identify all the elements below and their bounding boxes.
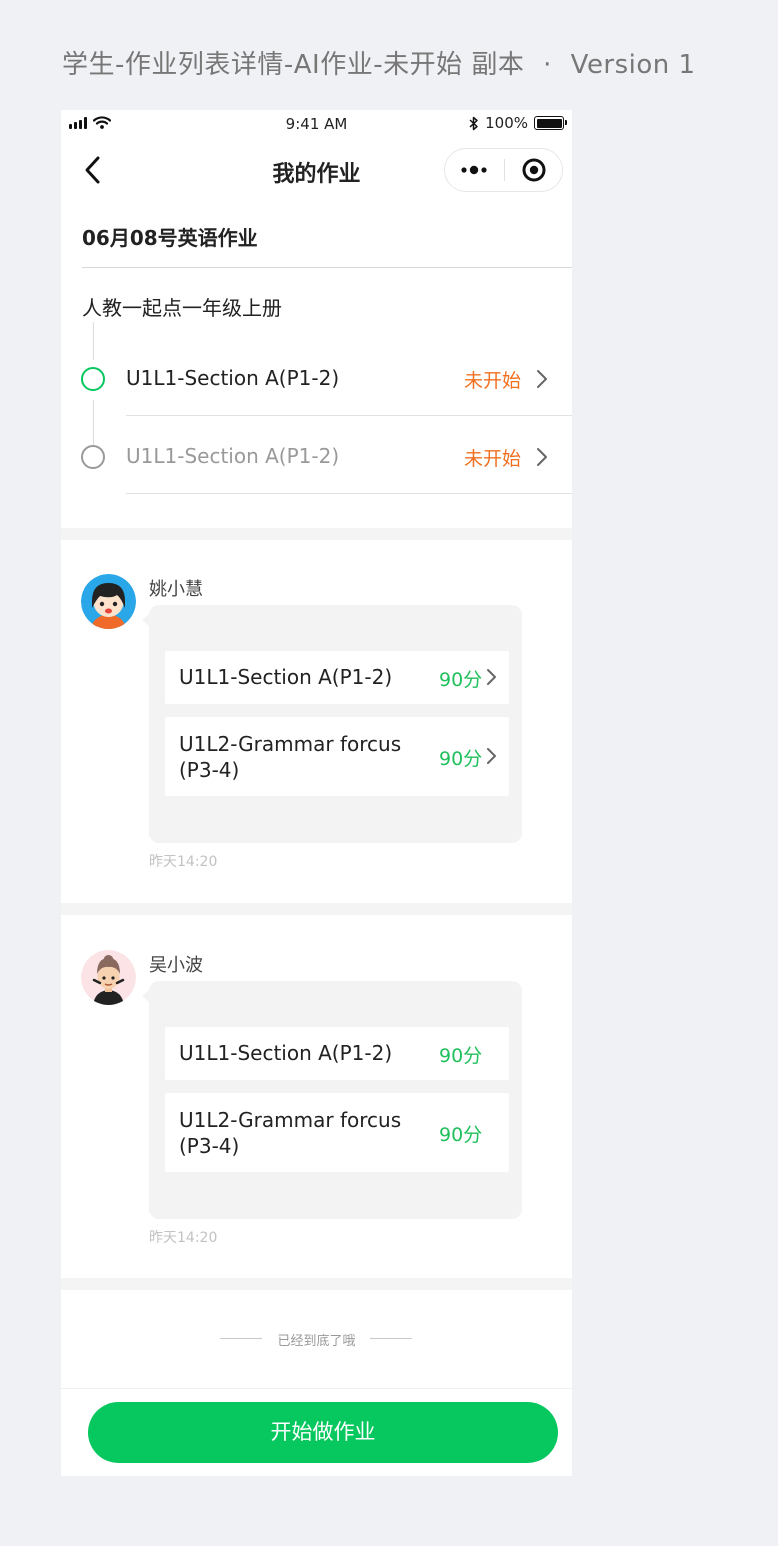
result-lesson-name: U1L1-Section A(P1-2) (179, 1041, 393, 1065)
chevron-right-icon (487, 748, 496, 764)
lesson-row[interactable]: U1L1-Section A(P1-2) 未开始 (61, 339, 572, 417)
lesson-row[interactable]: U1L1-Section A(P1-2) 未开始 (61, 417, 572, 495)
lesson-status-circle-icon (81, 445, 105, 469)
homework-result-card[interactable]: U1L1-Section A(P1-2) 90分 (165, 651, 509, 704)
more-button[interactable] (445, 149, 504, 191)
divider (82, 267, 572, 268)
end-of-list-text: 已经到底了哦 (277, 1334, 356, 1349)
lesson-status: 未开始 (464, 448, 522, 470)
message-time: 昨天14:20 (149, 854, 218, 870)
lesson-name: U1L1-Section A(P1-2) (126, 366, 340, 390)
chevron-right-icon (487, 669, 496, 685)
nav-bar: 我的作业 (61, 140, 572, 200)
close-miniprogram-button[interactable] (505, 149, 563, 191)
result-lesson-name: U1L2-Grammar forcus (P3-4) (179, 732, 402, 782)
chevron-right-icon (537, 370, 547, 388)
start-homework-button[interactable]: 开始做作业 (88, 1402, 558, 1463)
boy-avatar (81, 950, 136, 1005)
bluetooth-icon (469, 116, 478, 130)
status-bar: 9:41 AM 100% (61, 110, 572, 138)
artboard-separator: · (543, 50, 552, 80)
end-divider-right (370, 1338, 412, 1339)
battery-icon (534, 116, 567, 130)
lesson-divider (126, 493, 572, 494)
more-dots-icon (461, 165, 487, 175)
result-score: 90分 (439, 748, 483, 770)
section-gap (61, 528, 572, 540)
bubble-tail (142, 613, 150, 627)
chevron-right-icon (537, 448, 547, 466)
homework-title: 06月08号英语作业 (82, 226, 258, 250)
message-time: 昨天14:20 (149, 1230, 218, 1246)
battery-percent: 100% (485, 114, 528, 132)
homework-result-card[interactable]: U1L2-Grammar forcus (P3-4) 90分 (165, 717, 509, 796)
artboard-version: Version 1 (570, 50, 696, 80)
bottom-bar-divider (61, 1388, 572, 1389)
message-bubble: U1L1-Section A(P1-2) 90分 U1L2-Grammar fo… (142, 981, 522, 1219)
homework-result-card[interactable]: U1L2-Grammar forcus (P3-4) 90分 (165, 1093, 509, 1172)
result-score: 90分 (439, 1045, 483, 1067)
result-score: 90分 (439, 1124, 483, 1146)
book-title: 人教一起点一年级上册 (82, 296, 282, 320)
mini-program-capsule (444, 148, 563, 192)
bubble-tail (142, 989, 150, 1003)
result-score: 90分 (439, 669, 483, 691)
lesson-divider (126, 415, 572, 416)
lesson-status: 未开始 (464, 370, 522, 392)
lesson-status-circle-icon (81, 367, 105, 391)
sender-name: 姚小慧 (149, 579, 203, 600)
phone-screen: 9:41 AM 100% 我的作业 06月08号英语作业 人教一起点一年级上册 … (61, 110, 572, 1476)
lesson-name: U1L1-Section A(P1-2) (126, 444, 340, 468)
section-gap (61, 1278, 572, 1290)
battery-fill (536, 118, 562, 128)
result-lesson-name: U1L2-Grammar forcus (P3-4) (179, 1108, 402, 1158)
section-gap (61, 903, 572, 915)
status-right: 100% (469, 114, 567, 132)
artboard-title: 学生-作业列表详情-AI作业-未开始 副本 · Version 1 (62, 44, 696, 81)
result-lesson-name: U1L1-Section A(P1-2) (179, 665, 393, 689)
target-circle-icon (522, 158, 546, 182)
artboard-name: 学生-作业列表详情-AI作业-未开始 副本 (62, 50, 525, 80)
girl-avatar (81, 574, 136, 629)
sender-name: 吴小波 (149, 955, 203, 976)
message-bubble: U1L1-Section A(P1-2) 90分 U1L2-Grammar fo… (142, 605, 522, 843)
homework-result-card[interactable]: U1L1-Section A(P1-2) 90分 (165, 1027, 509, 1080)
